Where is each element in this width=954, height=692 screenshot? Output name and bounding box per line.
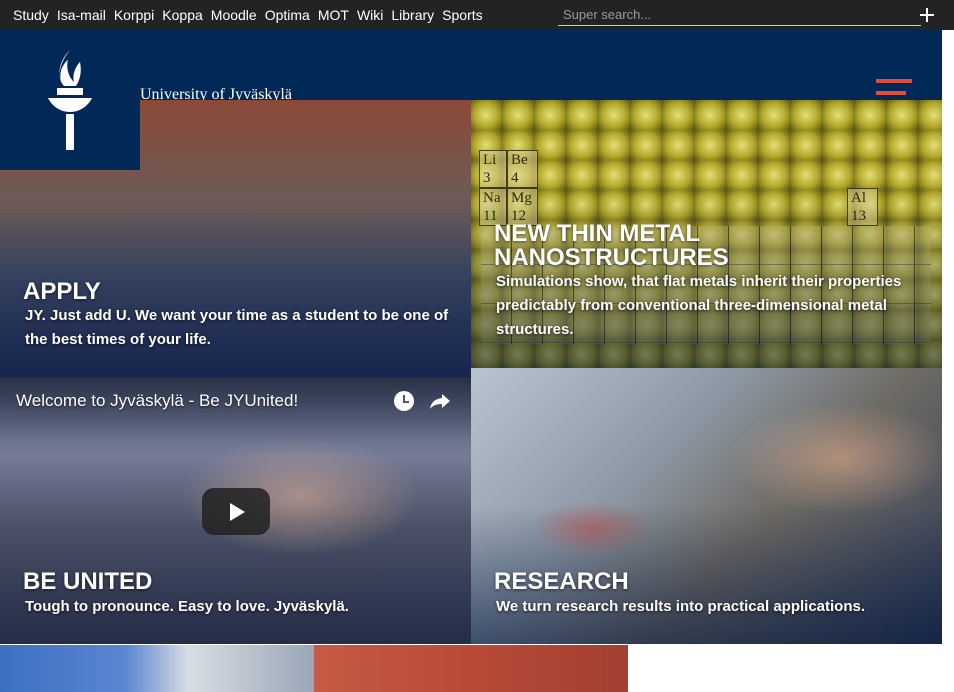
metal-text: Simulations show, that flat metals inher… — [496, 273, 902, 338]
metal-heading-line2: NANOSTRUCTURES — [494, 244, 729, 271]
share-arrow-icon — [430, 394, 450, 409]
site-header: University of Jyväskylä — [0, 30, 942, 107]
tile-bottom-left[interactable] — [0, 645, 314, 692]
watch-later-icon[interactable] — [394, 391, 414, 411]
be-united-text: Tough to pronounce. Easy to love. Jyväsk… — [25, 598, 349, 615]
research-heading: RESEARCH — [494, 568, 629, 595]
toplink-optima[interactable]: Optima — [265, 7, 310, 23]
share-icon[interactable] — [428, 391, 452, 411]
top-utility-bar: Study Isa-mail Korppi Koppa Moodle Optim… — [0, 0, 954, 30]
toplink-korppi[interactable]: Korppi — [114, 7, 154, 23]
university-logo[interactable] — [0, 30, 140, 170]
tile-bottom-middle[interactable] — [314, 645, 628, 692]
burger-line-1 — [876, 79, 912, 83]
toplink-mot[interactable]: MOT — [318, 7, 349, 23]
top-links: Study Isa-mail Korppi Koppa Moodle Optim… — [13, 0, 491, 30]
video-play-button[interactable] — [202, 488, 270, 535]
apply-text: JY. Just add U. We want your time as a s… — [25, 307, 449, 348]
burger-line-2 — [876, 91, 906, 95]
tile-research[interactable]: RESEARCH We turn research results into p… — [471, 368, 942, 644]
toplink-sports[interactable]: Sports — [442, 7, 482, 23]
metal-heading-line1: NEW THIN METAL — [494, 220, 701, 247]
torch-logo-icon — [48, 50, 92, 150]
be-united-heading: BE UNITED — [23, 568, 153, 595]
toplink-study[interactable]: Study — [13, 7, 49, 23]
toplink-moodle[interactable]: Moodle — [211, 7, 257, 23]
tile-nanostructures[interactable]: Li 3 Be 4 Na 11 Mg 12 Al 13 NEW THIN MET… — [471, 100, 942, 368]
toplink-koppa[interactable]: Koppa — [162, 7, 202, 23]
toplink-library[interactable]: Library — [391, 7, 434, 23]
toplink-wiki[interactable]: Wiki — [357, 7, 383, 23]
video-title[interactable]: Welcome to Jyväskylä - Be JYUnited! — [16, 391, 298, 411]
toplink-isa-mail[interactable]: Isa-mail — [57, 7, 106, 23]
plus-icon[interactable] — [917, 5, 937, 25]
research-text: We turn research results into practical … — [496, 598, 866, 615]
super-search-input[interactable] — [558, 3, 921, 26]
apply-heading: APPLY — [23, 278, 101, 305]
